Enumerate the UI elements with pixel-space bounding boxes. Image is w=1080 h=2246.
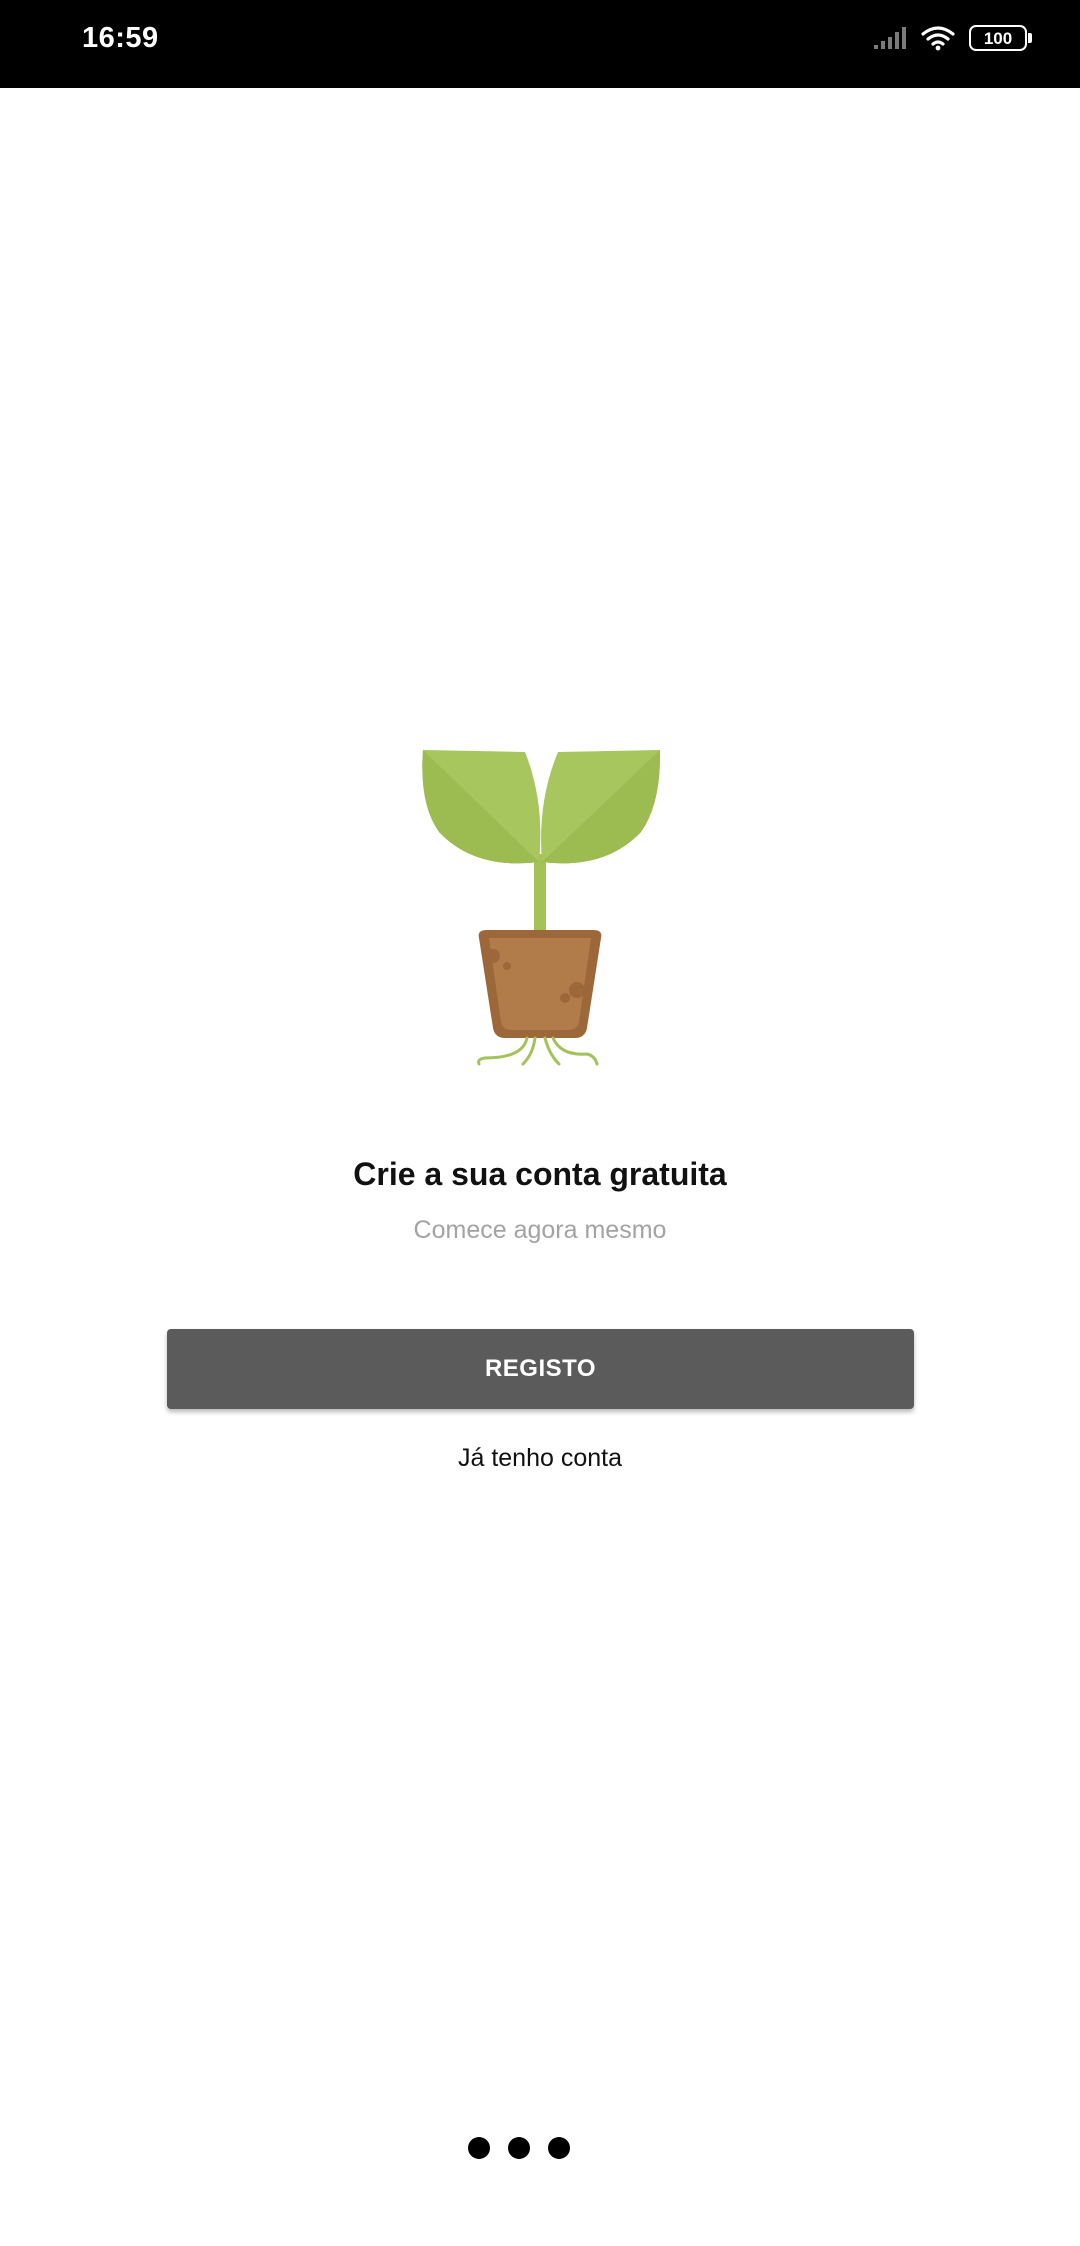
- signal-icon: [874, 27, 906, 49]
- register-button[interactable]: REGISTO: [167, 1329, 914, 1409]
- page-dot-3[interactable]: [548, 2137, 570, 2159]
- page-dot-2[interactable]: [508, 2137, 530, 2159]
- wifi-icon: [921, 26, 955, 51]
- page-title: Crie a sua conta gratuita: [353, 1156, 727, 1192]
- plant-sprout-icon: [415, 742, 665, 1072]
- battery-tip: [1028, 33, 1032, 43]
- battery-icon: 100: [969, 25, 1032, 51]
- status-time: 16:59: [82, 22, 159, 54]
- login-link-row: Já tenho conta: [0, 1441, 1080, 1475]
- battery-level: 100: [969, 25, 1027, 51]
- status-bar: 16:59 100: [0, 0, 1080, 88]
- page-dot-1[interactable]: [468, 2137, 490, 2159]
- page-subtitle: Comece agora mesmo: [413, 1216, 667, 1244]
- already-have-account-link[interactable]: Já tenho conta: [458, 1444, 622, 1472]
- page-indicator: [468, 2137, 570, 2159]
- plant-illustration: [422, 750, 661, 1066]
- status-icons: 100: [873, 22, 1032, 54]
